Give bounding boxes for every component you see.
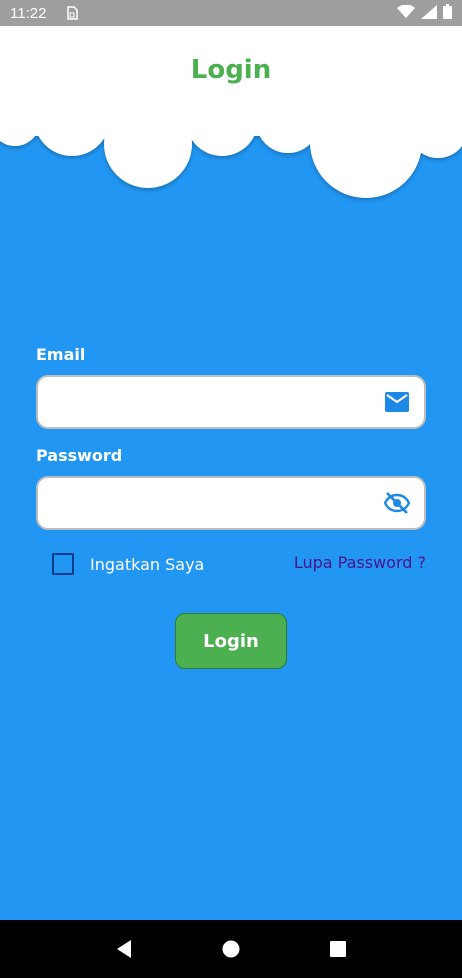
recents-icon[interactable]: [318, 929, 358, 969]
status-bar: 11:22: [0, 0, 462, 26]
sim-card-icon: [66, 6, 79, 20]
remember-me: Ingatkan Saya: [52, 553, 204, 575]
back-icon[interactable]: [104, 929, 144, 969]
password-field-container: [36, 476, 426, 530]
eye-off-icon[interactable]: [384, 490, 410, 516]
login-button[interactable]: Login: [175, 613, 287, 669]
email-field-container: [36, 375, 426, 429]
status-time: 11:22: [10, 4, 47, 22]
email-label: Email: [36, 345, 86, 364]
battery-icon: [443, 4, 452, 23]
password-label: Password: [36, 446, 123, 465]
wifi-icon: [397, 3, 415, 23]
remember-checkbox[interactable]: [52, 553, 74, 575]
mail-icon: [384, 389, 410, 415]
page-title: Login: [190, 55, 272, 85]
nav-bar: [0, 920, 462, 978]
email-input[interactable]: [38, 377, 384, 427]
remember-label: Ingatkan Saya: [90, 554, 205, 574]
home-icon[interactable]: [211, 929, 251, 969]
signal-icon: [421, 4, 437, 23]
forgot-password-link[interactable]: Lupa Password ?: [294, 553, 426, 572]
password-input[interactable]: [38, 478, 384, 528]
